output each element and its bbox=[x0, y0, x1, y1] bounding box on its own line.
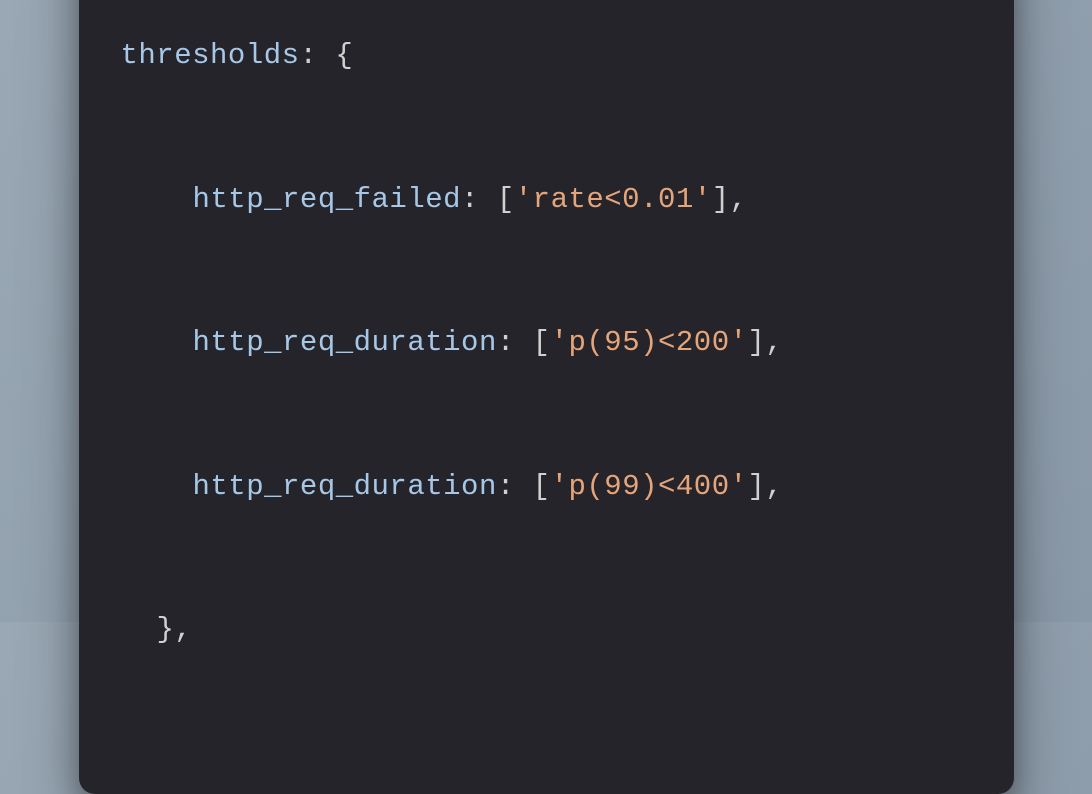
token-punc: : [ bbox=[497, 326, 551, 359]
token-string: 'p(95)<200' bbox=[551, 326, 748, 359]
token-punc: : [ bbox=[497, 470, 551, 503]
token-punc: ], bbox=[748, 470, 784, 503]
code-line-3: http_req_duration: ['p(95)<200'], bbox=[121, 319, 972, 367]
token-string: 'rate<0.01' bbox=[515, 183, 712, 216]
token-punc: ], bbox=[748, 326, 784, 359]
token-key: thresholds bbox=[121, 39, 300, 72]
code-line-5: }, bbox=[121, 606, 972, 654]
code-window: thresholds: { http_req_failed: ['rate<0.… bbox=[79, 0, 1014, 794]
token-punc: ], bbox=[712, 183, 748, 216]
code-line-4: http_req_duration: ['p(99)<400'], bbox=[121, 463, 972, 511]
token-punc: }, bbox=[157, 613, 193, 646]
code-block: thresholds: { http_req_failed: ['rate<0.… bbox=[121, 0, 972, 750]
token-key: http_req_duration bbox=[193, 326, 497, 359]
token-string: 'p(99)<400' bbox=[551, 470, 748, 503]
token-punc: : [ bbox=[461, 183, 515, 216]
token-punc: : { bbox=[300, 39, 354, 72]
code-line-1: thresholds: { bbox=[121, 32, 972, 80]
token-key: http_req_failed bbox=[193, 183, 462, 216]
token-key: http_req_duration bbox=[193, 470, 497, 503]
code-line-2: http_req_failed: ['rate<0.01'], bbox=[121, 176, 972, 224]
